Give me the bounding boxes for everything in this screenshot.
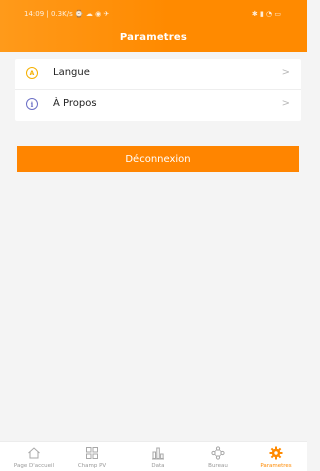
nav-item-champ-pv[interactable]: Champ PV [66,442,118,471]
bottom-nav: Page D'accueil Champ PV Data Bureau Para… [0,441,307,471]
logout-button[interactable]: Déconnexion [17,146,299,172]
settings-item-label: À Propos [53,98,97,109]
settings-item-about[interactable]: i À Propos > [15,90,301,121]
settings-item-language[interactable]: A Langue > [15,59,301,90]
nav-item-bureau[interactable]: Bureau [192,442,244,471]
status-bar: 14:09 | 0.3K/s ⌚ ☁ ◉ ✈ ✱ ▮ ◔ ▭ [0,0,307,22]
language-icon: A [26,67,38,79]
status-bar-left: 14:09 | 0.3K/s ⌚ ☁ ◉ ✈ [24,10,110,18]
nav-item-label: Parametres [260,463,292,469]
nav-item-label: Page D'accueil [13,463,55,469]
nav-item-data[interactable]: Data [132,442,184,471]
app-header: 14:09 | 0.3K/s ⌚ ☁ ◉ ✈ ✱ ▮ ◔ ▭ Parametre… [0,0,307,52]
settings-item-label: Langue [53,67,90,78]
nav-item-label: Data [151,463,165,469]
page-title: Parametres [119,32,188,43]
nav-item-label: Champ PV [77,463,107,469]
nav-item-label: Bureau [208,463,228,469]
network-icon [211,446,225,460]
nav-item-parametres[interactable]: Parametres [250,442,302,471]
status-bar-right: ✱ ▮ ◔ ▭ [251,10,281,18]
nav-item-home[interactable]: Page D'accueil [8,442,60,471]
chevron-right-icon: > [281,98,290,109]
gear-icon [269,446,283,460]
bar-chart-icon [152,447,164,460]
info-icon: i [26,98,38,110]
grid-icon [86,447,98,459]
home-icon [28,447,40,459]
chevron-right-icon: > [281,67,290,78]
settings-screen: 14:09 | 0.3K/s ⌚ ☁ ◉ ✈ ✱ ▮ ◔ ▭ Parametre… [0,0,307,471]
settings-list: A Langue > i À Propos > [15,59,301,121]
